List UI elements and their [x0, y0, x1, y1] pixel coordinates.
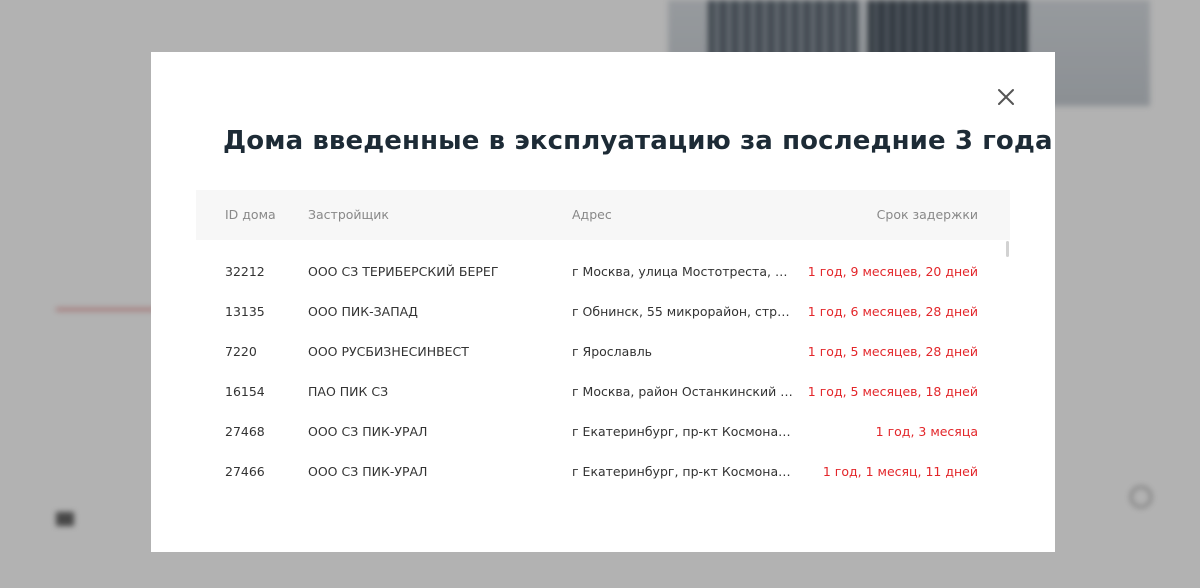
cell-address: г Москва, улица Мостотреста, д. 8, с...: [572, 264, 794, 279]
table-row[interactable]: 7220 ООО РУСБИЗНЕСИНВЕСТ г Ярославль 1 г…: [196, 332, 1010, 372]
houses-modal: Дома введенные в эксплуатацию за последн…: [151, 52, 1055, 552]
cell-id: 13135: [225, 304, 265, 319]
close-button[interactable]: [993, 84, 1019, 110]
cell-delay: 1 год, 9 месяцев, 20 дней: [807, 264, 978, 279]
cell-delay: 1 год, 5 месяцев, 18 дней: [807, 384, 978, 399]
cell-developer: ООО ПИК-ЗАПАД: [308, 304, 418, 319]
cell-delay: 1 год, 5 месяцев, 28 дней: [807, 344, 978, 359]
table-row[interactable]: 13135 ООО ПИК-ЗАПАД г Обнинск, 55 микрор…: [196, 292, 1010, 332]
table-row[interactable]: 32212 ООО СЗ ТЕРИБЕРСКИЙ БЕРЕГ г Москва,…: [196, 252, 1010, 292]
cell-address: г Обнинск, 55 микрорайон, строени...: [572, 304, 794, 319]
column-header-developer[interactable]: Застройщик: [308, 190, 389, 240]
cell-address: г Екатеринбург, пр-кт Космонавтов, ...: [572, 424, 794, 439]
cell-id: 27466: [225, 464, 265, 479]
cell-developer: ООО СЗ ПИК-УРАЛ: [308, 424, 428, 439]
cell-address: г Москва, район Останкинский р-н, ...: [572, 384, 794, 399]
cell-delay: 1 год, 1 месяц, 11 дней: [822, 464, 978, 479]
cell-id: 16154: [225, 384, 265, 399]
cell-id: 32212: [225, 264, 265, 279]
table-header: ID дома Застройщик Адрес Срок задержки: [196, 190, 1010, 240]
cell-developer: ООО СЗ ПИК-УРАЛ: [308, 464, 428, 479]
table-body[interactable]: 32212 ООО СЗ ТЕРИБЕРСКИЙ БЕРЕГ г Москва,…: [196, 252, 1010, 492]
column-header-address[interactable]: Адрес: [572, 190, 612, 240]
cell-address: г Ярославль: [572, 344, 653, 359]
cell-delay: 1 год, 6 месяцев, 28 дней: [807, 304, 978, 319]
table-scrollbar[interactable]: [1006, 241, 1009, 257]
cell-id: 27468: [225, 424, 265, 439]
column-header-delay[interactable]: Срок задержки: [877, 190, 978, 240]
cell-delay: 1 год, 3 месяца: [875, 424, 978, 439]
cell-developer: ООО СЗ ТЕРИБЕРСКИЙ БЕРЕГ: [308, 264, 499, 279]
cell-address: г Екатеринбург, пр-кт Космонавтов, ...: [572, 464, 794, 479]
cell-developer: ПАО ПИК СЗ: [308, 384, 389, 399]
cell-developer: ООО РУСБИЗНЕСИНВЕСТ: [308, 344, 469, 359]
table-row[interactable]: 27468 ООО СЗ ПИК-УРАЛ г Екатеринбург, пр…: [196, 412, 1010, 452]
table-row[interactable]: 27466 ООО СЗ ПИК-УРАЛ г Екатеринбург, пр…: [196, 452, 1010, 492]
cell-id: 7220: [225, 344, 257, 359]
modal-title: Дома введенные в эксплуатацию за последн…: [223, 126, 1053, 156]
close-icon: [998, 89, 1014, 105]
column-header-id[interactable]: ID дома: [225, 190, 276, 240]
table-row[interactable]: 16154 ПАО ПИК СЗ г Москва, район Останки…: [196, 372, 1010, 412]
